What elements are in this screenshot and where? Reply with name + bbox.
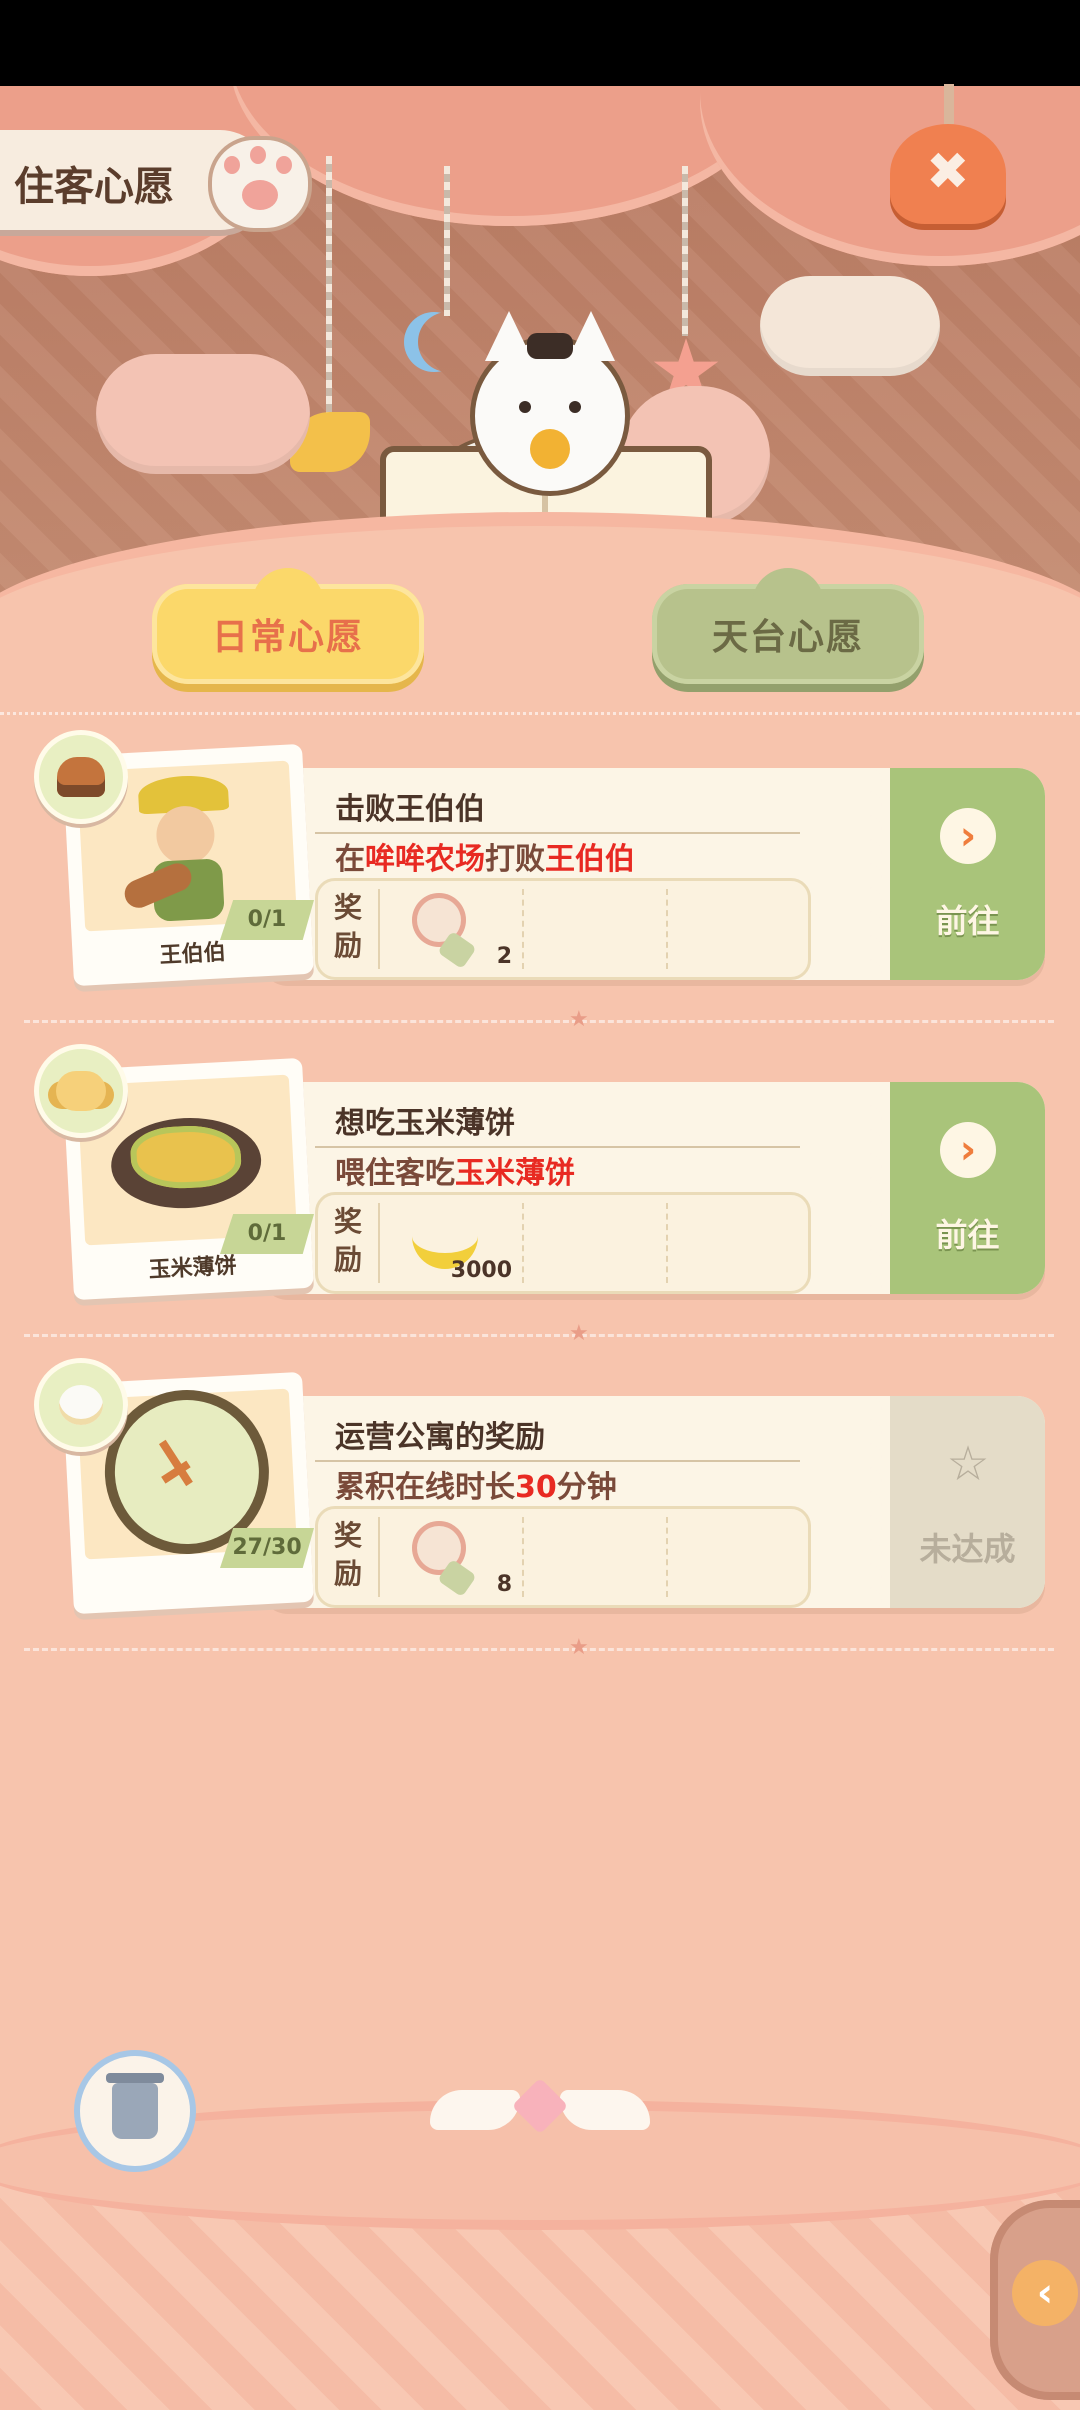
star-icon: ★ — [569, 1321, 589, 1346]
tab-daily-wishes[interactable]: 日常心愿 — [152, 568, 424, 684]
desc-text: 分钟 — [556, 1470, 617, 1505]
trash-button[interactable] — [74, 2050, 196, 2172]
star-icon: ★ — [569, 1635, 589, 1660]
desc-text: 打败 — [485, 842, 545, 877]
wish-title: 击败王伯伯 — [335, 792, 485, 827]
winged-heart-icon — [430, 2077, 650, 2150]
progress-ribbon: 27/30 — [220, 1528, 314, 1568]
chevron-left-icon: ‹ — [1012, 2260, 1078, 2326]
go-button[interactable]: › 前往 — [890, 768, 1045, 980]
desc-highlight: 30 — [515, 1470, 557, 1505]
star-icon: ★ — [569, 1007, 589, 1032]
wish-card: 玉米薄饼 0/1 想吃玉米薄饼 喂住客吃玉米薄饼 奖励 3000 › 前往 — [30, 1044, 1045, 1304]
reward-slot-empty — [526, 889, 668, 969]
chevron-right-icon: › — [940, 808, 996, 864]
wish-card: 27/30 运营公寓的奖励 累积在线时长30分钟 奖励 8 ☆ 未达成 — [30, 1358, 1045, 1618]
tab-rooftop-wishes[interactable]: 天台心愿 — [652, 568, 924, 684]
wish-description: 喂住客吃玉米薄饼 — [335, 1148, 575, 1192]
reward-label: 奖励 — [318, 889, 380, 969]
chick-icon — [34, 1358, 128, 1452]
desc-text: 在 — [335, 842, 365, 877]
tab-label: 日常心愿 — [211, 617, 364, 658]
reward-count: 8 — [496, 1572, 512, 1597]
reward-label-text: 奖励 — [333, 891, 362, 962]
cloud-decoration — [96, 354, 310, 474]
wish-description: 累积在线时长30分钟 — [335, 1462, 617, 1506]
desc-highlight: 玉米薄饼 — [455, 1156, 575, 1191]
close-button[interactable]: ✖ — [890, 84, 1010, 232]
wish-title: 想吃玉米薄饼 — [335, 1106, 515, 1141]
reward-label: 奖励 — [318, 1203, 380, 1283]
cloud-decoration — [760, 276, 940, 376]
tab-label: 天台心愿 — [711, 617, 864, 658]
rope — [944, 84, 954, 124]
progress-ribbon: 0/1 — [220, 900, 314, 940]
hanging-string — [444, 166, 450, 316]
portrait-caption — [74, 1590, 314, 1603]
desc-highlight: 王伯伯 — [545, 842, 635, 877]
wish-title: 运营公寓的奖励 — [335, 1420, 545, 1455]
reward-box: 奖励 8 — [315, 1506, 811, 1608]
reward-slot-empty — [526, 1517, 668, 1597]
section-divider — [0, 696, 1080, 715]
wish-card: 王伯伯 0/1 击败王伯伯 在哞哞农场打败王伯伯 奖励 2 › 前往 — [30, 730, 1045, 990]
action-label: 未达成 — [919, 1530, 1016, 1568]
reward-slot-empty — [526, 1203, 668, 1283]
reward-count: 2 — [496, 944, 512, 969]
card-divider: ★ — [24, 1635, 1054, 1660]
paw-icon — [208, 136, 312, 232]
trash-icon — [106, 2073, 164, 2139]
desc-text: 累积在线时长 — [335, 1470, 515, 1505]
wish-description: 在哞哞农场打败王伯伯 — [335, 834, 635, 878]
reward-item[interactable]: 2 — [382, 889, 524, 970]
reward-box: 奖励 2 — [315, 878, 811, 980]
page-title-tab: 住客心愿 — [0, 130, 320, 232]
desc-highlight: 哞哞农场 — [365, 842, 485, 877]
card-divider: ★ — [24, 1321, 1054, 1346]
hanging-string — [326, 156, 332, 416]
progress-ribbon: 0/1 — [220, 1214, 314, 1254]
reward-label-text: 奖励 — [333, 1519, 362, 1590]
moon-ornament-icon — [418, 312, 478, 372]
close-icon: ✖ — [926, 142, 970, 202]
reward-label: 奖励 — [318, 1517, 380, 1597]
dog-icon — [34, 1044, 128, 1138]
footer-decoration — [0, 2050, 1080, 2410]
status-bar — [0, 0, 1080, 86]
cat-mascot — [470, 311, 630, 496]
page-title: 住客心愿 — [14, 164, 174, 210]
collapse-side-button[interactable]: ‹ — [990, 2200, 1080, 2400]
desc-text: 喂住客吃 — [335, 1156, 455, 1191]
reward-count: 3000 — [450, 1258, 512, 1283]
reward-item[interactable]: 3000 — [382, 1203, 524, 1283]
chevron-right-icon: › — [940, 1122, 996, 1178]
go-button[interactable]: › 前往 — [890, 1082, 1045, 1294]
reward-label-text: 奖励 — [333, 1205, 362, 1276]
not-achieved-status: ☆ 未达成 — [890, 1396, 1045, 1608]
action-label: 前往 — [935, 1216, 1000, 1254]
reward-box: 奖励 3000 — [315, 1192, 811, 1294]
action-label: 前往 — [935, 902, 1000, 940]
star-outline-icon: ☆ — [946, 1436, 990, 1492]
hanging-string — [682, 166, 688, 336]
burger-icon — [34, 730, 128, 824]
reward-item[interactable]: 8 — [382, 1517, 524, 1598]
card-divider: ★ — [24, 1007, 1054, 1032]
